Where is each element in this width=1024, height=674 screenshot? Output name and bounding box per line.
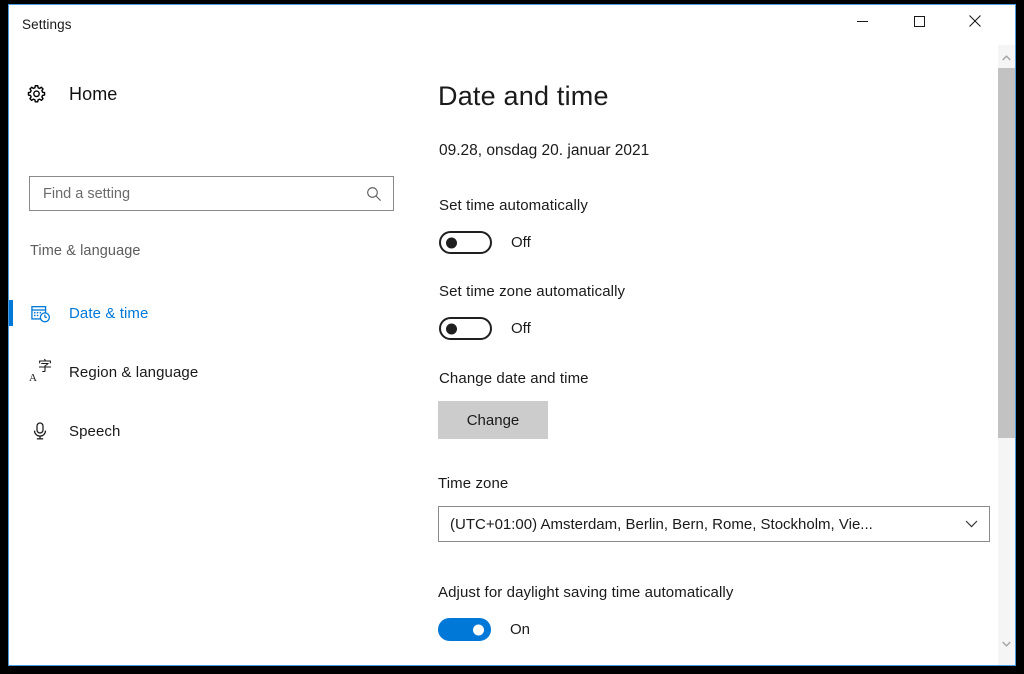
- maximize-icon: [913, 15, 925, 27]
- sidebar-item-date-time[interactable]: Date & time: [9, 292, 421, 334]
- time-zone-label: Time zone: [438, 475, 509, 492]
- scrollbar-thumb[interactable]: [998, 68, 1015, 438]
- scroll-down-button[interactable]: [998, 635, 1015, 652]
- settings-window: Settings Home Find a setting Time & lang…: [8, 4, 1016, 666]
- minimize-button[interactable]: [839, 5, 885, 37]
- sidebar-item-region-language[interactable]: A 字 Region & language: [9, 351, 421, 393]
- selection-indicator: [9, 300, 13, 326]
- page-title: Date and time: [438, 81, 609, 111]
- maximize-button[interactable]: [896, 5, 942, 37]
- change-date-and-time-label: Change date and time: [439, 370, 589, 387]
- sidebar-group-header: Time & language: [30, 243, 141, 259]
- chevron-down-icon: [1002, 641, 1011, 647]
- search-box[interactable]: [29, 176, 394, 211]
- window-title: Settings: [22, 17, 72, 32]
- time-zone-dropdown[interactable]: (UTC+01:00) Amsterdam, Berlin, Bern, Rom…: [438, 506, 990, 542]
- language-icon: A 字: [29, 359, 52, 384]
- sidebar-item-region-language-label: Region & language: [69, 363, 199, 381]
- desktop-background: Settings Home Find a setting Time & lang…: [0, 0, 1024, 674]
- content-pane: Date and time 09.28, onsdag 20. januar 2…: [421, 45, 988, 665]
- search-icon[interactable]: [355, 186, 393, 202]
- sidebar-item-date-time-label: Date & time: [69, 304, 149, 322]
- daylight-saving-toggle[interactable]: [438, 618, 491, 641]
- chevron-down-icon[interactable]: [953, 520, 989, 528]
- daylight-saving-row[interactable]: On: [438, 618, 530, 641]
- close-icon: [969, 15, 981, 27]
- vertical-scrollbar[interactable]: [998, 45, 1015, 665]
- selection-indicator: [9, 359, 13, 385]
- sidebar: Home Time & language: [9, 45, 421, 665]
- change-button[interactable]: Change: [438, 401, 548, 439]
- gear-icon: [23, 84, 61, 105]
- set-timezone-automatically-state: Off: [511, 320, 531, 337]
- toggle-knob: [446, 323, 457, 334]
- set-time-automatically-row[interactable]: Off: [439, 231, 531, 254]
- calendar-clock-icon: [21, 303, 59, 324]
- sidebar-item-home-label: Home: [69, 83, 118, 104]
- close-button[interactable]: [952, 5, 998, 37]
- toggle-knob: [446, 237, 457, 248]
- set-timezone-automatically-label: Set time zone automatically: [439, 283, 626, 300]
- daylight-saving-label: Adjust for daylight saving time automati…: [438, 584, 734, 601]
- chevron-up-icon: [1002, 54, 1011, 60]
- toggle-knob: [473, 624, 484, 635]
- daylight-saving-state: On: [510, 621, 531, 638]
- set-timezone-automatically-row[interactable]: Off: [439, 317, 531, 340]
- sidebar-item-speech-label: Speech: [69, 422, 121, 440]
- set-time-automatically-toggle[interactable]: [439, 231, 492, 254]
- set-time-automatically-state: Off: [511, 234, 531, 251]
- scroll-up-button[interactable]: [998, 49, 1015, 66]
- sidebar-item-home[interactable]: Home: [23, 73, 395, 115]
- time-zone-selected-value: (UTC+01:00) Amsterdam, Berlin, Bern, Rom…: [450, 515, 873, 533]
- minimize-icon: [856, 20, 868, 22]
- set-timezone-automatically-toggle[interactable]: [439, 317, 492, 340]
- selection-indicator: [9, 418, 13, 444]
- microphone-icon: [21, 421, 59, 441]
- search-input[interactable]: [30, 176, 355, 211]
- current-datetime-text: 09.28, onsdag 20. januar 2021: [439, 142, 650, 159]
- sidebar-item-speech[interactable]: Speech: [9, 410, 421, 452]
- set-time-automatically-label: Set time automatically: [439, 197, 588, 214]
- title-bar: Settings: [9, 5, 1015, 45]
